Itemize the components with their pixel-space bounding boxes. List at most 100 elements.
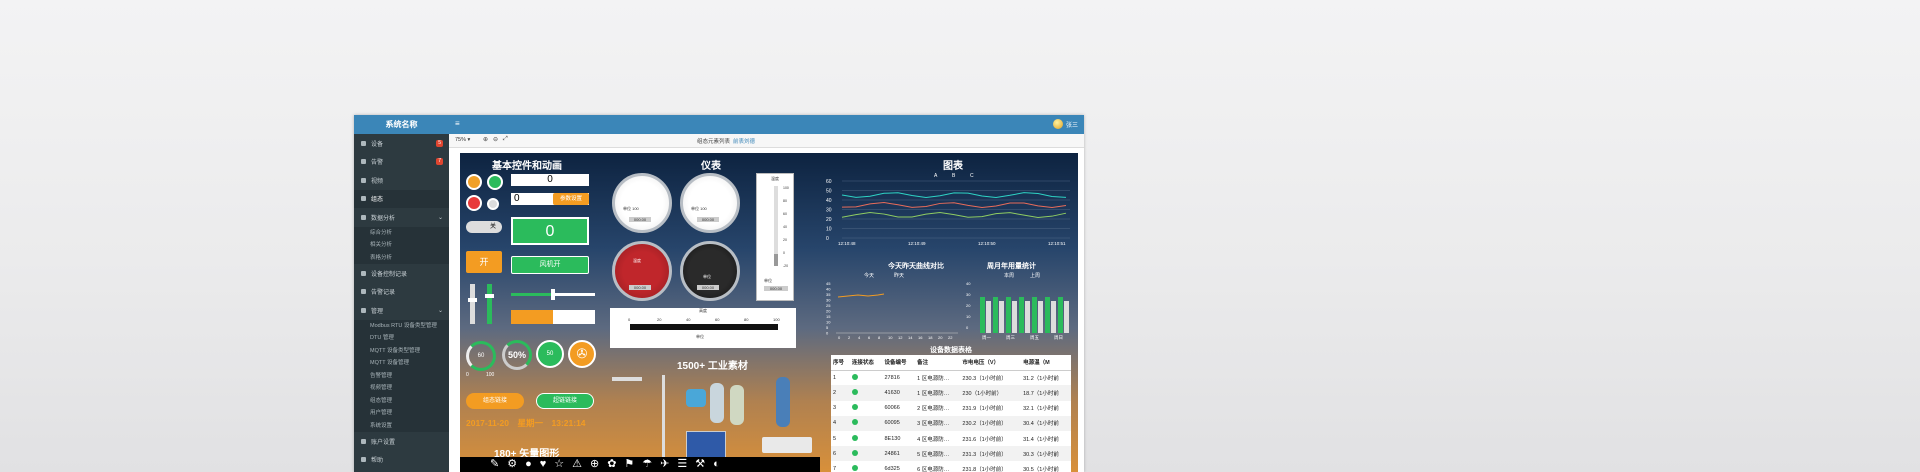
hyperlink-button[interactable]: 超链链接 xyxy=(536,393,594,409)
y-tick-label: 0 xyxy=(966,325,969,330)
sidebar-item[interactable]: 数据分析 ⌄ xyxy=(354,208,449,227)
sidebar-item[interactable]: 设备控制记录 xyxy=(354,264,449,283)
table-cell: 30.3（1小时前 xyxy=(1021,446,1071,462)
bar xyxy=(980,297,985,333)
x-tick-label: 12:10:51 xyxy=(1048,241,1066,246)
zoom-out-icon[interactable]: ⊖ xyxy=(493,136,498,143)
gauge-3-label: 温度 xyxy=(633,258,641,263)
sidebar-item[interactable]: 告警 7 xyxy=(354,153,449,172)
gauge-3: 温度 000.00 xyxy=(612,241,672,301)
tank-icon xyxy=(710,383,724,423)
table-row: 6 24861 5 区电源防… 231.3（1小时前） 30.3（1小时前 xyxy=(831,446,1071,462)
toggle-switch[interactable]: 关 xyxy=(466,221,502,233)
sidebar-item[interactable]: 组态 xyxy=(354,189,449,208)
table-cell: 5 xyxy=(833,435,837,442)
sidebar-subitem[interactable]: 相关分析 xyxy=(354,239,449,252)
nav-icon xyxy=(361,140,366,146)
chevron-down-icon: ⌄ xyxy=(437,307,443,314)
sidebar-item-label: 视频 xyxy=(371,178,384,185)
thermo-tick-label: 40 xyxy=(783,225,787,229)
bar xyxy=(999,301,1004,333)
status-cell xyxy=(850,401,883,416)
sidebar-item[interactable]: 告警记录 xyxy=(354,283,449,302)
table-cell: 2 区电源防… xyxy=(917,406,950,413)
sidebar-subitem[interactable]: MQTT 设备类型管理 xyxy=(354,344,449,357)
status-dot xyxy=(851,419,858,426)
thermometer-unit: 单位 xyxy=(764,278,772,283)
sidebar-subitem[interactable]: 组态管理 xyxy=(354,394,449,407)
ruler-tick-label: 0 xyxy=(628,317,631,322)
zoom-select[interactable]: 75% ▾ xyxy=(455,137,470,143)
sidebar-subitem[interactable]: 综合分析 xyxy=(354,226,449,239)
sidebar-subitem[interactable]: 用户管理 xyxy=(354,407,449,420)
x-tick-label: 10 xyxy=(888,335,893,340)
user-menu[interactable]: 张三 xyxy=(1052,119,1078,129)
sidebar-item[interactable]: 视频 xyxy=(354,171,449,190)
toolbar: 75% ▾ ⊕ ⊖ ⤢ 组态元素列表 前表刘德 xyxy=(449,134,1084,148)
sidebar-item[interactable]: 帮助 xyxy=(354,451,449,470)
fan-icon: ✇ xyxy=(568,340,596,368)
table-cell: 3 区电源防… xyxy=(915,415,961,431)
x-tick-label: 18 xyxy=(928,335,933,340)
y-tick-label: 20 xyxy=(826,217,832,223)
status-dot xyxy=(851,404,858,411)
gauge-4: 单位 000.00 xyxy=(680,241,740,301)
table-row: 2 41630 1 区电源防… 230（1小时前） 18.7（1小时前 xyxy=(831,385,1071,401)
zoom-in-icon[interactable]: ⊕ xyxy=(483,136,488,143)
horizontal-slider[interactable] xyxy=(511,289,595,300)
sidebar-subitem[interactable]: 视频管理 xyxy=(354,382,449,395)
sidebar-subitem[interactable]: 系统设置 xyxy=(354,419,449,432)
menu-toggle-icon[interactable]: ≡ xyxy=(455,119,460,128)
table-header-cell: 序号 xyxy=(831,355,850,371)
param-button[interactable]: 参数设置 xyxy=(553,193,589,205)
slider-handle-2[interactable] xyxy=(485,294,494,298)
vertical-slider-1[interactable] xyxy=(468,284,477,324)
sidebar-item[interactable]: 账户设置 xyxy=(354,432,449,451)
thermo-tick-label: -20 xyxy=(783,264,789,268)
indicator-red xyxy=(466,195,482,211)
chart2-title: 今天昨天曲线对比 xyxy=(888,263,944,270)
sidebar-item[interactable]: 设备 5 xyxy=(354,134,449,153)
truck-icon xyxy=(762,437,812,453)
slider-handle-3[interactable] xyxy=(551,289,555,300)
series-line xyxy=(841,202,1067,208)
table-cell: 4 区电源防… xyxy=(917,436,950,443)
vertical-slider-2[interactable] xyxy=(485,284,494,324)
sidebar-item-label: 设备控制记录 xyxy=(371,271,408,278)
sidebar-subitem[interactable]: MQTT 设备管理 xyxy=(354,357,449,370)
table-cell: 230.2（1小时前） xyxy=(960,415,1022,431)
open-button[interactable]: 开 xyxy=(466,251,502,273)
config-link-button[interactable]: 组态链接 xyxy=(466,393,524,409)
section-meters-title: 仪表 xyxy=(701,161,721,172)
sidebar-item[interactable]: 管理 ⌄ xyxy=(354,301,449,320)
top-bar: ≡ 张三 xyxy=(449,115,1084,134)
numeric-display-1: 0 xyxy=(511,174,589,186)
avatar xyxy=(1052,119,1063,129)
slider-handle-1[interactable] xyxy=(468,298,477,302)
bar xyxy=(986,301,991,333)
sidebar-item-label: 账户设置 xyxy=(371,439,396,446)
x-tick-label: 12 xyxy=(898,335,903,340)
section-basic-title: 基本控件和动画 xyxy=(492,161,562,172)
table-cell: 7 xyxy=(833,465,837,472)
fullscreen-icon[interactable]: ⤢ xyxy=(503,136,508,143)
ruler-tick-label: 20 xyxy=(657,317,662,322)
toolbar-link[interactable]: 前表刘德 xyxy=(733,137,755,145)
bar xyxy=(1019,297,1024,333)
status-cell xyxy=(849,446,883,462)
sidebar-subitem[interactable]: 表格分析 xyxy=(354,251,449,264)
sidebar-subitem[interactable]: DTU 管理 xyxy=(354,332,449,345)
table-cell: 3 xyxy=(833,405,837,412)
status-dot xyxy=(851,464,858,471)
nav-icon xyxy=(361,177,366,183)
sidebar-subitem[interactable]: 告警管理 xyxy=(354,369,449,382)
status-dot xyxy=(851,374,858,381)
series-line xyxy=(841,212,1067,218)
ring-min: 0 xyxy=(466,372,469,378)
status-dot xyxy=(851,388,858,395)
x-tick-label: 12:10:48 xyxy=(838,241,856,246)
fan-button[interactable]: 风机开 xyxy=(511,256,589,274)
x-tick-label: 6 xyxy=(868,335,871,340)
usage-bar-chart: 本周 上周 40 30 20 10 0 周一 周三 周五 周日 xyxy=(966,272,1069,341)
sidebar-subitem[interactable]: Modbus RTU 设备类型管理 xyxy=(354,319,449,332)
